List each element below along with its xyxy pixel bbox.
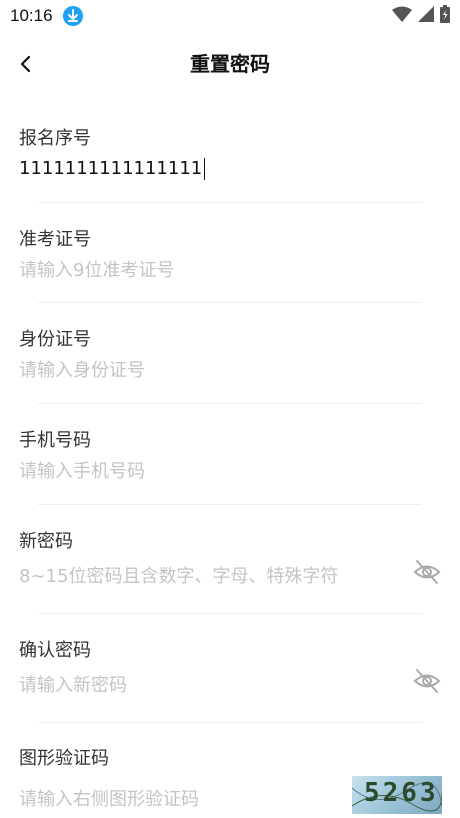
divider bbox=[38, 202, 422, 203]
captcha-label: 图形验证码 bbox=[19, 748, 109, 769]
status-time: 10:16 bbox=[10, 6, 53, 25]
new-password-input[interactable] bbox=[19, 563, 404, 589]
toggle-new-password-visibility[interactable] bbox=[412, 557, 442, 587]
id-number-label: 身份证号 bbox=[19, 329, 91, 350]
confirm-password-label: 确认密码 bbox=[19, 640, 91, 661]
registration-number-label: 报名序号 bbox=[19, 128, 91, 149]
toggle-confirm-password-visibility[interactable] bbox=[412, 666, 442, 696]
header: 重置密码 bbox=[0, 32, 460, 92]
page-title: 重置密码 bbox=[190, 52, 270, 76]
wifi-icon bbox=[392, 6, 412, 26]
divider bbox=[38, 403, 422, 404]
captcha-image[interactable]: 5263 bbox=[352, 776, 442, 814]
admission-number-input[interactable] bbox=[19, 257, 399, 283]
reset-password-screen: 10:16 重置密码 报名序号 1111111111111111 准考证号 请输… bbox=[0, 0, 460, 818]
phone-number-label: 手机号码 bbox=[19, 430, 91, 451]
admission-number-label: 准考证号 bbox=[19, 229, 91, 250]
divider bbox=[38, 613, 422, 614]
download-icon bbox=[63, 6, 83, 26]
id-number-input[interactable] bbox=[19, 357, 399, 383]
registration-number-value: 1111111111111111 bbox=[19, 158, 203, 179]
text-cursor bbox=[204, 158, 206, 180]
divider bbox=[38, 504, 422, 505]
captcha-image-text: 5263 bbox=[364, 778, 439, 808]
registration-number-input[interactable]: 1111111111111111 bbox=[19, 158, 206, 180]
status-bar: 10:16 bbox=[0, 0, 460, 32]
battery-icon bbox=[440, 5, 450, 27]
divider bbox=[38, 722, 422, 723]
signal-icon bbox=[418, 6, 434, 26]
eye-off-icon bbox=[413, 560, 441, 584]
captcha-input[interactable] bbox=[19, 786, 339, 812]
confirm-password-input[interactable] bbox=[19, 672, 404, 698]
eye-off-icon bbox=[413, 669, 441, 693]
phone-number-input[interactable] bbox=[19, 458, 399, 484]
divider bbox=[38, 302, 422, 303]
new-password-label: 新密码 bbox=[19, 531, 73, 552]
status-icons bbox=[392, 5, 450, 27]
